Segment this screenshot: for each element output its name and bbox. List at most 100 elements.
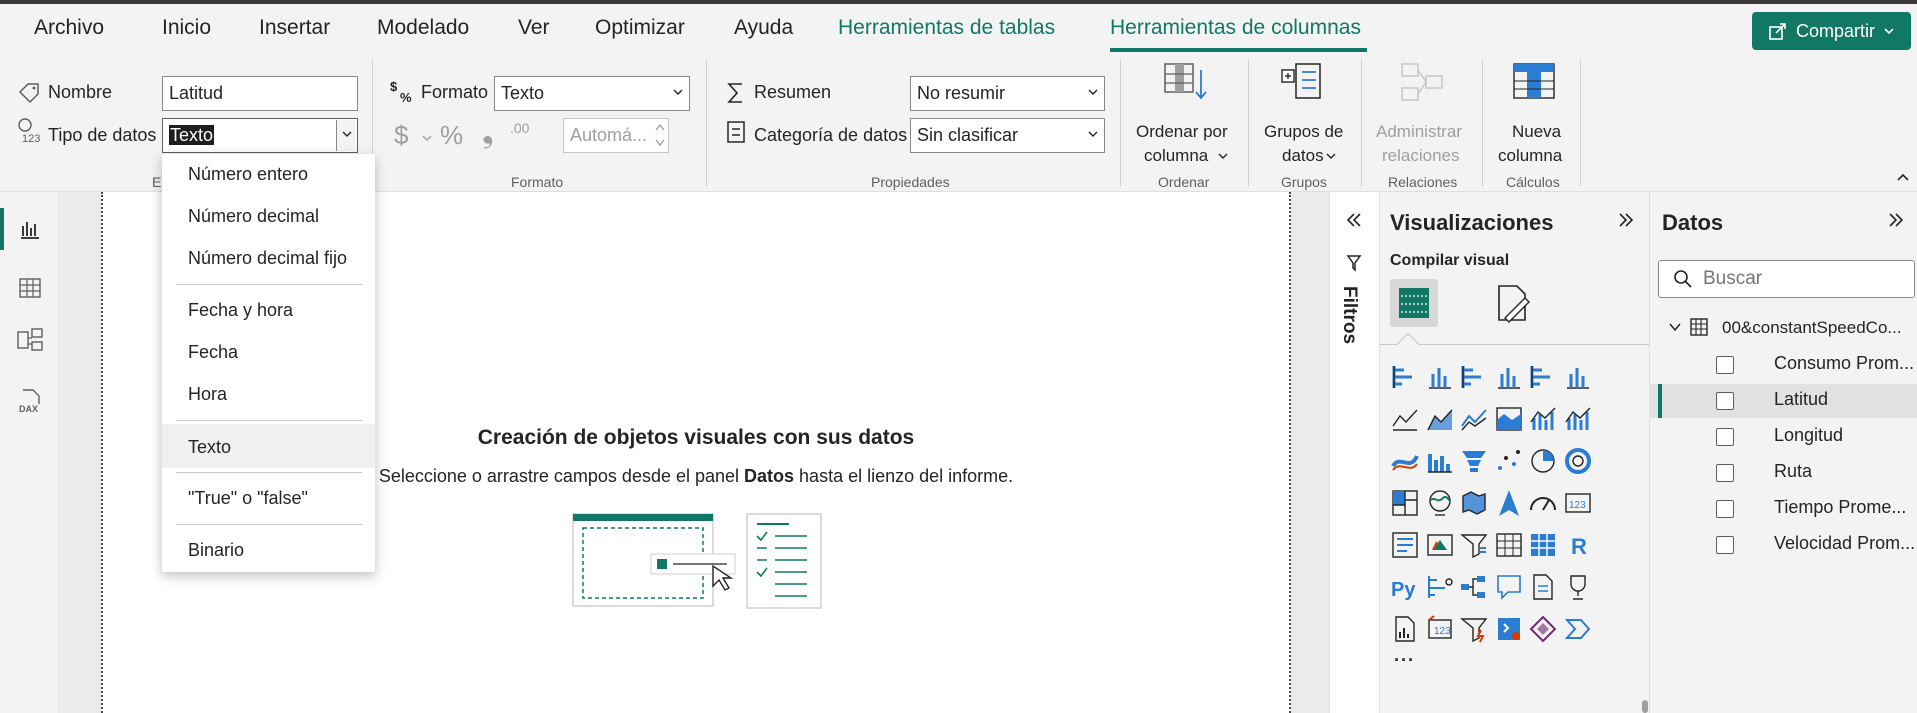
data-search-box[interactable]: [1658, 260, 1915, 298]
summary-select[interactable]: No resumir: [910, 76, 1105, 111]
manage-relationships-button[interactable]: Administrar relaciones: [1366, 58, 1478, 168]
key-influencers-icon[interactable]: [1425, 572, 1455, 602]
datatype-select[interactable]: Texto: [162, 118, 358, 153]
field-item[interactable]: Tiempo Prome...: [1650, 492, 1917, 526]
option-fecha-y-hora[interactable]: Fecha y hora: [188, 300, 293, 321]
option-true-false[interactable]: "True" o "false": [188, 488, 308, 509]
table-visual-icon[interactable]: [1494, 530, 1524, 560]
menu-modelado[interactable]: Modelado: [377, 16, 469, 40]
viz-scrollbar[interactable]: [1642, 700, 1648, 713]
currency-button[interactable]: $: [394, 120, 408, 151]
clustered-bar-chart-icon[interactable]: [1459, 362, 1489, 392]
option-numero-entero[interactable]: Número entero: [188, 164, 308, 185]
power-apps-icon[interactable]: 123: [1425, 614, 1455, 644]
paginated-report-icon[interactable]: [1390, 614, 1420, 644]
field-checkbox[interactable]: [1716, 536, 1734, 554]
more-visuals-button[interactable]: ···: [1394, 650, 1415, 671]
comma-button[interactable]: ❟: [482, 116, 494, 150]
filters-pane-collapsed[interactable]: Filtros: [1329, 192, 1379, 713]
metrics-icon[interactable]: [1563, 572, 1593, 602]
slicer-icon[interactable]: [1459, 530, 1489, 560]
field-item[interactable]: Ruta: [1650, 456, 1917, 490]
clustered-column-chart-icon[interactable]: [1494, 362, 1524, 392]
field-checkbox[interactable]: [1716, 356, 1734, 374]
decimal-button[interactable]: .00: [510, 120, 529, 136]
matrix-icon[interactable]: [1528, 530, 1558, 560]
menu-inicio[interactable]: Inicio: [162, 16, 211, 40]
field-item[interactable]: Longitud: [1650, 420, 1917, 454]
line-chart-icon[interactable]: [1390, 404, 1420, 434]
menu-optimizar[interactable]: Optimizar: [595, 16, 685, 40]
tab-herramientas-columnas[interactable]: Herramientas de columnas: [1110, 16, 1361, 40]
filled-map-icon[interactable]: [1459, 488, 1489, 518]
field-checkbox[interactable]: [1716, 500, 1734, 518]
field-checkbox[interactable]: [1716, 464, 1734, 482]
option-texto[interactable]: Texto: [188, 437, 231, 458]
table-name[interactable]: 00&constantSpeedCo...: [1722, 318, 1902, 338]
power-automate-icon[interactable]: [1459, 614, 1489, 644]
diamond-visual-icon[interactable]: [1528, 614, 1558, 644]
treemap-icon[interactable]: [1390, 488, 1420, 518]
smart-narrative-icon[interactable]: [1528, 572, 1558, 602]
field-item[interactable]: Latitud: [1650, 384, 1917, 418]
stacked-column-chart-icon[interactable]: [1425, 362, 1455, 392]
pie-chart-icon[interactable]: [1528, 446, 1558, 476]
expand-pane-icon[interactable]: [1616, 212, 1636, 228]
qa-visual-icon[interactable]: [1494, 572, 1524, 602]
name-input[interactable]: Latitud: [162, 76, 358, 111]
data-groups-button[interactable]: Grupos de datos: [1254, 58, 1360, 168]
100-stacked-area-chart-icon[interactable]: [1494, 404, 1524, 434]
stacked-area-chart-icon[interactable]: [1459, 404, 1489, 434]
field-checkbox[interactable]: [1716, 392, 1734, 410]
option-hora[interactable]: Hora: [188, 384, 227, 405]
multi-row-card-icon[interactable]: [1390, 530, 1420, 560]
donut-chart-icon[interactable]: [1563, 446, 1593, 476]
option-binario[interactable]: Binario: [188, 540, 244, 561]
funnel-chart-icon[interactable]: [1459, 446, 1489, 476]
collapse-ribbon-icon[interactable]: [1896, 172, 1910, 182]
kpi-icon[interactable]: [1425, 530, 1455, 560]
decomposition-tree-icon[interactable]: [1459, 572, 1489, 602]
100-stacked-bar-chart-icon[interactable]: [1528, 362, 1558, 392]
model-view-icon[interactable]: [17, 328, 43, 352]
area-chart-icon[interactable]: [1425, 404, 1455, 434]
menu-ayuda[interactable]: Ayuda: [734, 16, 793, 40]
gauge-icon[interactable]: [1528, 488, 1558, 518]
option-fecha[interactable]: Fecha: [188, 342, 238, 363]
dax-query-view-icon[interactable]: DAX: [17, 388, 43, 414]
arrow-visual-icon[interactable]: [1563, 614, 1593, 644]
line-and-clustered-column-chart-icon[interactable]: [1563, 404, 1593, 434]
menu-insertar[interactable]: Insertar: [259, 16, 330, 40]
spinner-icon[interactable]: [654, 120, 666, 150]
category-select[interactable]: Sin clasificar: [910, 118, 1105, 153]
card-icon[interactable]: 123: [1563, 488, 1593, 518]
search-input[interactable]: [1703, 267, 1903, 291]
format-visual-icon[interactable]: [1495, 284, 1531, 324]
chevron-down-icon[interactable]: [1668, 322, 1682, 332]
collapse-data-pane-icon[interactable]: [1886, 212, 1906, 228]
r-visual-icon[interactable]: R: [1563, 530, 1593, 560]
table-view-icon[interactable]: [19, 278, 41, 298]
ribbon-chart-icon[interactable]: [1390, 446, 1420, 476]
line-and-stacked-column-chart-icon[interactable]: [1528, 404, 1558, 434]
build-visual-tab[interactable]: [1390, 279, 1438, 327]
stacked-bar-chart-icon[interactable]: [1390, 362, 1420, 392]
share-button[interactable]: Compartir: [1752, 12, 1911, 50]
report-view-icon[interactable]: [19, 218, 41, 240]
100-stacked-column-chart-icon[interactable]: [1563, 362, 1593, 392]
tab-herramientas-tablas[interactable]: Herramientas de tablas: [838, 16, 1055, 40]
azure-map-icon[interactable]: [1494, 488, 1524, 518]
menu-ver[interactable]: Ver: [518, 16, 550, 40]
new-card-icon[interactable]: [1494, 614, 1524, 644]
field-item[interactable]: Consumo Prom...: [1650, 348, 1917, 382]
new-column-button[interactable]: Nueva columna: [1486, 58, 1590, 168]
option-numero-decimal[interactable]: Número decimal: [188, 206, 319, 227]
percent-button[interactable]: %: [440, 120, 463, 151]
sort-by-column-button[interactable]: Ordenar por columna: [1130, 58, 1240, 168]
waterfall-chart-icon[interactable]: [1425, 446, 1455, 476]
python-visual-icon[interactable]: Py: [1390, 572, 1420, 602]
collapse-filters-icon[interactable]: [1344, 212, 1364, 228]
menu-archivo[interactable]: Archivo: [34, 16, 104, 40]
field-item[interactable]: Velocidad Prom...: [1650, 528, 1917, 562]
scatter-chart-icon[interactable]: [1494, 446, 1524, 476]
